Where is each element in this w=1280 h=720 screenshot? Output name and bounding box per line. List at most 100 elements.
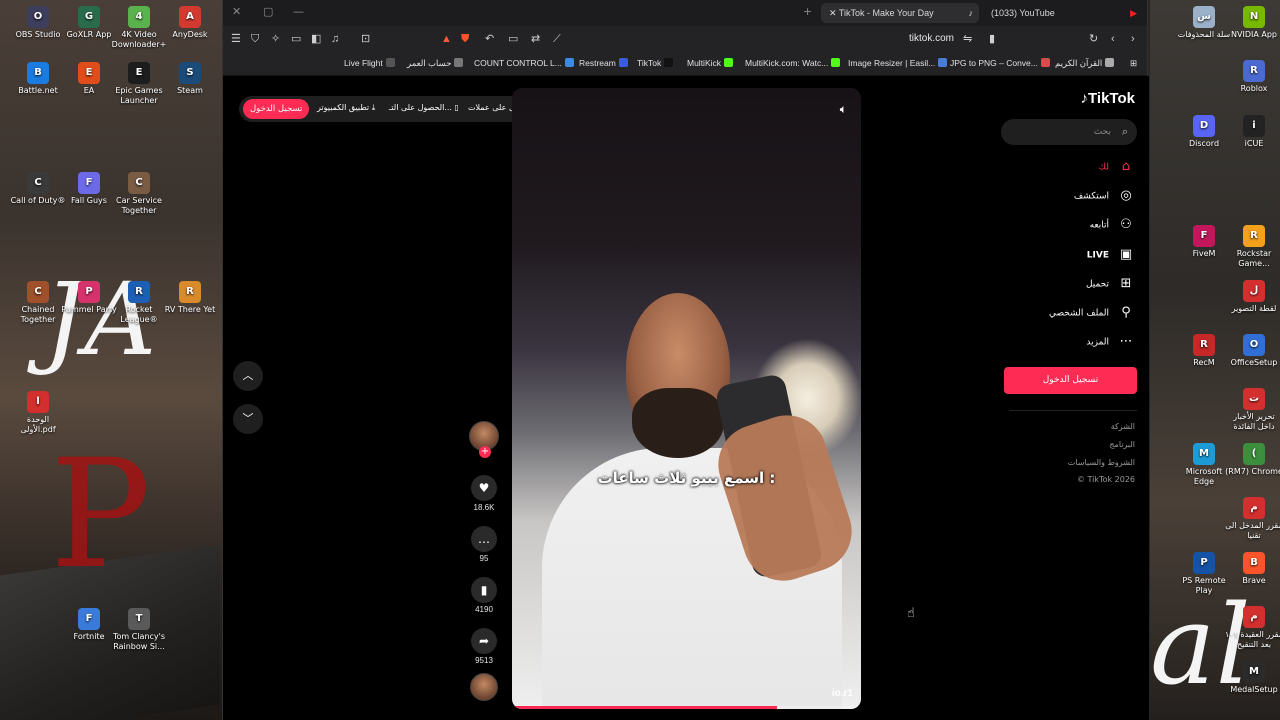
bookmark-icon[interactable]: ▮	[989, 32, 995, 46]
left-desktop-icon[interactable]: C Car Service Together	[110, 172, 168, 216]
menu-profile[interactable]: الملف الشخصي ⚲	[1049, 304, 1135, 322]
comment-icon[interactable]: …	[471, 526, 497, 552]
right-desktop-icon[interactable]: O OfficeSetup	[1225, 334, 1280, 368]
app-icon: ت	[1243, 388, 1265, 410]
bookmark-quran[interactable]: القرآن الكريم	[1055, 58, 1115, 69]
bookmark-jpg-to-png[interactable]: JPG to PNG – Conve...	[950, 58, 1050, 68]
left-desktop-icon[interactable]: S Steam	[161, 62, 219, 96]
follow-plus-icon[interactable]: +	[479, 446, 491, 458]
video-player[interactable]: اسمع بيبو ثلاث ساعات : 🔈︎ io.r1	[512, 88, 861, 709]
app-icon: R	[179, 281, 201, 303]
live-icon: ▣	[1119, 247, 1133, 262]
bookmark-live-flight[interactable]: Live Flight	[344, 58, 395, 68]
bookmark-multikick-watch[interactable]: MultiKick.com: Watc...	[745, 58, 841, 68]
left-desktop-icon[interactable]: E Epic Games Launcher	[110, 62, 168, 106]
menu-upload[interactable]: تحميل ⊞	[1086, 275, 1135, 293]
app-icon: R	[1193, 334, 1215, 356]
brave-shields-icon[interactable]: ⛊	[461, 32, 469, 46]
left-desktop-icon[interactable]: 4 4K Video Downloader+	[110, 6, 168, 50]
tools-icon[interactable]: ⟋	[553, 32, 561, 46]
search-icon[interactable]: ⌕	[1122, 119, 1128, 145]
right-desktop-icon[interactable]: ل لقطة التصوير	[1225, 280, 1280, 314]
music-disc-avatar[interactable]	[470, 673, 498, 701]
left-desktop-icon[interactable]: T Tom Clancy's Rainbow Si...	[110, 608, 168, 652]
phone-icon: ▯	[454, 103, 459, 112]
close-tab-icon[interactable]: ✕	[829, 8, 839, 18]
sidebar-login-button[interactable]: تسجيل الدخول	[1004, 367, 1137, 394]
right-desktop-icon[interactable]: i iCUE	[1225, 115, 1280, 149]
previous-video-button[interactable]: ︿	[233, 361, 263, 391]
address-bar[interactable]: tiktok.com	[909, 33, 954, 44]
left-desktop-icon[interactable]: C Chained Together	[9, 281, 67, 325]
bookmarks-menu-icon[interactable]: ⊞	[1130, 58, 1137, 69]
close-window-icon[interactable]: ✕	[232, 5, 241, 18]
share-icon[interactable]: ➦	[471, 628, 497, 654]
next-video-button[interactable]: ﹀	[233, 404, 263, 434]
bookmark-tiktok[interactable]: TikTok	[637, 58, 674, 68]
right-desktop-icon[interactable]: M MedalSetup	[1225, 661, 1280, 695]
bookmark-restream[interactable]: Restream	[579, 58, 628, 68]
right-desktop-icon[interactable]: R Roblox	[1225, 60, 1280, 94]
translate-icon[interactable]: ⇄	[531, 32, 540, 46]
right-desktop-icon[interactable]: ((RM7) Chrome	[1225, 443, 1280, 477]
footer-company[interactable]: الشركة	[1111, 422, 1135, 431]
bookmark-save-icon[interactable]: ▮	[471, 577, 497, 603]
right-desktop-icon[interactable]: B Brave	[1225, 552, 1280, 586]
creator-avatar[interactable]: +	[469, 421, 499, 458]
desktop-icon-label: Fall Guys	[71, 196, 107, 205]
sidebar-icon[interactable]: ◧	[311, 32, 321, 46]
search-input[interactable]: بحث ⌕	[1001, 119, 1137, 145]
desktop-icon-label: Microsoft Edge	[1185, 467, 1223, 486]
menu-live[interactable]: LIVE ▣	[1087, 246, 1135, 264]
music-icon[interactable]: ♫	[331, 32, 339, 46]
extensions-icon[interactable]: ✧	[271, 32, 280, 46]
get-app-button[interactable]: الحصول على التـ... ▯	[389, 103, 459, 112]
undo-icon[interactable]: ↶	[485, 32, 494, 46]
wallet-icon[interactable]: ▭	[291, 32, 301, 46]
screenshot-icon[interactable]: ⊡	[361, 32, 370, 46]
right-desktop-icon[interactable]: ت تحرير الأخبار داخل الفائدة	[1225, 388, 1280, 432]
left-desktop-icon[interactable]: ا الوحدة الأولى.pdf	[9, 391, 67, 435]
right-desktop-icon[interactable]: R Rockstar Game...	[1225, 225, 1280, 269]
app-icon: B	[27, 62, 49, 84]
left-desktop-icon[interactable]: R Rocket League®	[110, 281, 168, 325]
brave-rewards-icon[interactable]: ▲	[441, 32, 452, 46]
volume-icon[interactable]: 🔈︎	[840, 102, 847, 117]
pc-app-button[interactable]: تطبيق الكمبيوتر ⤓	[317, 103, 375, 113]
bookmark-count-control[interactable]: COUNT CONTROL L...	[474, 58, 574, 68]
bookmark-image-resizer[interactable]: Image Resizer | Easil...	[848, 58, 948, 68]
menu-icon[interactable]: ☰	[231, 32, 241, 46]
right-desktop-icon[interactable]: م مقرر المدخل الى تقنيا	[1225, 497, 1280, 541]
footer-terms[interactable]: الشروط والسياسات	[1068, 458, 1135, 467]
left-desktop-icon[interactable]: O OBS Studio	[9, 6, 67, 40]
like-icon[interactable]: ♥	[471, 475, 497, 501]
bookmark-multikick[interactable]: MultiKick	[687, 58, 734, 68]
video-progress-bar[interactable]	[512, 706, 861, 709]
left-desktop-icon[interactable]: R RV There Yet	[161, 281, 219, 315]
shield-icon[interactable]: ⛉	[251, 32, 259, 46]
desktop-icon-label: GoXLR App	[66, 30, 112, 39]
menu-for-you[interactable]: لك ⌂	[1099, 158, 1135, 176]
minimize-window-icon[interactable]: —	[293, 5, 304, 18]
left-desktop-icon[interactable]: B Battle.net	[9, 62, 67, 96]
menu-more[interactable]: المزيد ⋯	[1086, 333, 1135, 351]
left-desktop-icon[interactable]: C Call of Duty®	[9, 172, 67, 206]
new-tab-icon[interactable]: +	[803, 5, 812, 18]
forward-icon[interactable]: ›	[1131, 32, 1135, 46]
right-desktop-icon[interactable]: N NVIDIA App	[1225, 6, 1280, 40]
reload-icon[interactable]: ↻	[1089, 32, 1098, 46]
cast-icon[interactable]: ▭	[508, 32, 518, 46]
left-desktop-icon[interactable]: A AnyDesk	[161, 6, 219, 40]
tiktok-logo[interactable]: ♪TikTok	[1081, 90, 1135, 107]
maximize-window-icon[interactable]: ▢	[263, 5, 273, 18]
footer-program[interactable]: البرنامج	[1109, 440, 1135, 449]
bookmark-age[interactable]: حساب العمر	[407, 58, 464, 69]
site-settings-icon[interactable]: ⇋	[963, 32, 972, 46]
right-desktop-icon[interactable]: م مقرر العقيدة ١٠١ بعد التنقيح	[1225, 606, 1280, 650]
top-login-button[interactable]: تسجيل الدخول	[243, 99, 310, 119]
tab-tiktok[interactable]: ✕ TikTok - Make Your Day ♪	[821, 3, 979, 23]
menu-explore[interactable]: استكشف ◎	[1074, 187, 1135, 205]
tab-youtube[interactable]: (1033) YouTube ▶	[983, 3, 1143, 23]
back-icon[interactable]: ‹	[1111, 32, 1115, 46]
menu-following[interactable]: أتابعه ⚇	[1090, 216, 1135, 234]
